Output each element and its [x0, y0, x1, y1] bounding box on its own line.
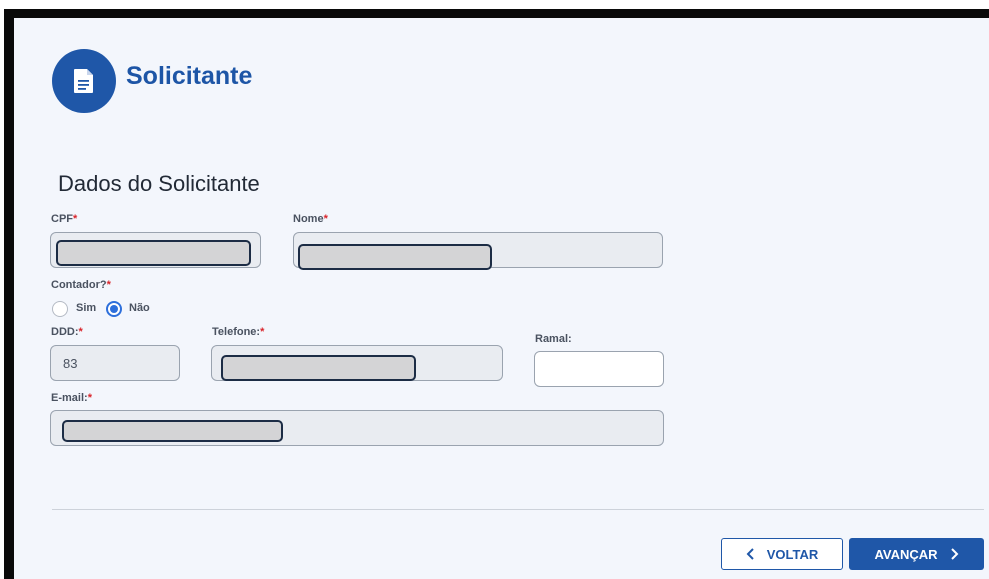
next-button-label: AVANÇAR — [874, 546, 938, 562]
chevron-left-icon — [746, 548, 754, 560]
next-button[interactable]: AVANÇAR — [849, 538, 984, 570]
nome-label: Nome* — [293, 213, 328, 225]
frame-left-border — [4, 9, 14, 579]
frame-top-border — [4, 9, 989, 18]
document-icon — [52, 49, 116, 113]
section-title: Dados do Solicitante — [58, 171, 260, 196]
contador-sim-radio[interactable] — [52, 301, 68, 317]
ramal-input[interactable] — [534, 351, 664, 387]
ddd-value: 83 — [63, 355, 78, 371]
nome-redaction — [298, 244, 492, 270]
back-button-label: VOLTAR — [766, 546, 819, 562]
telefone-label: Telefone:* — [212, 326, 265, 338]
contador-sim-label[interactable]: Sim — [76, 302, 96, 314]
chevron-right-icon — [950, 548, 958, 560]
cpf-label: CPF* — [51, 213, 78, 225]
ramal-label: Ramal: — [535, 333, 572, 345]
contador-nao-label[interactable]: Não — [129, 302, 150, 314]
form-panel — [14, 18, 989, 579]
footer-divider — [52, 509, 984, 510]
page-title: Solicitante — [126, 62, 253, 90]
cpf-redaction — [56, 240, 251, 266]
email-redaction — [62, 420, 283, 442]
ddd-input[interactable]: 83 — [50, 345, 180, 381]
ddd-label: DDD:* — [51, 326, 83, 338]
telefone-redaction — [221, 355, 416, 381]
contador-label: Contador?* — [51, 279, 111, 291]
back-button[interactable]: VOLTAR — [721, 538, 843, 570]
email-label: E-mail:* — [51, 392, 92, 404]
contador-nao-radio[interactable] — [106, 301, 122, 317]
